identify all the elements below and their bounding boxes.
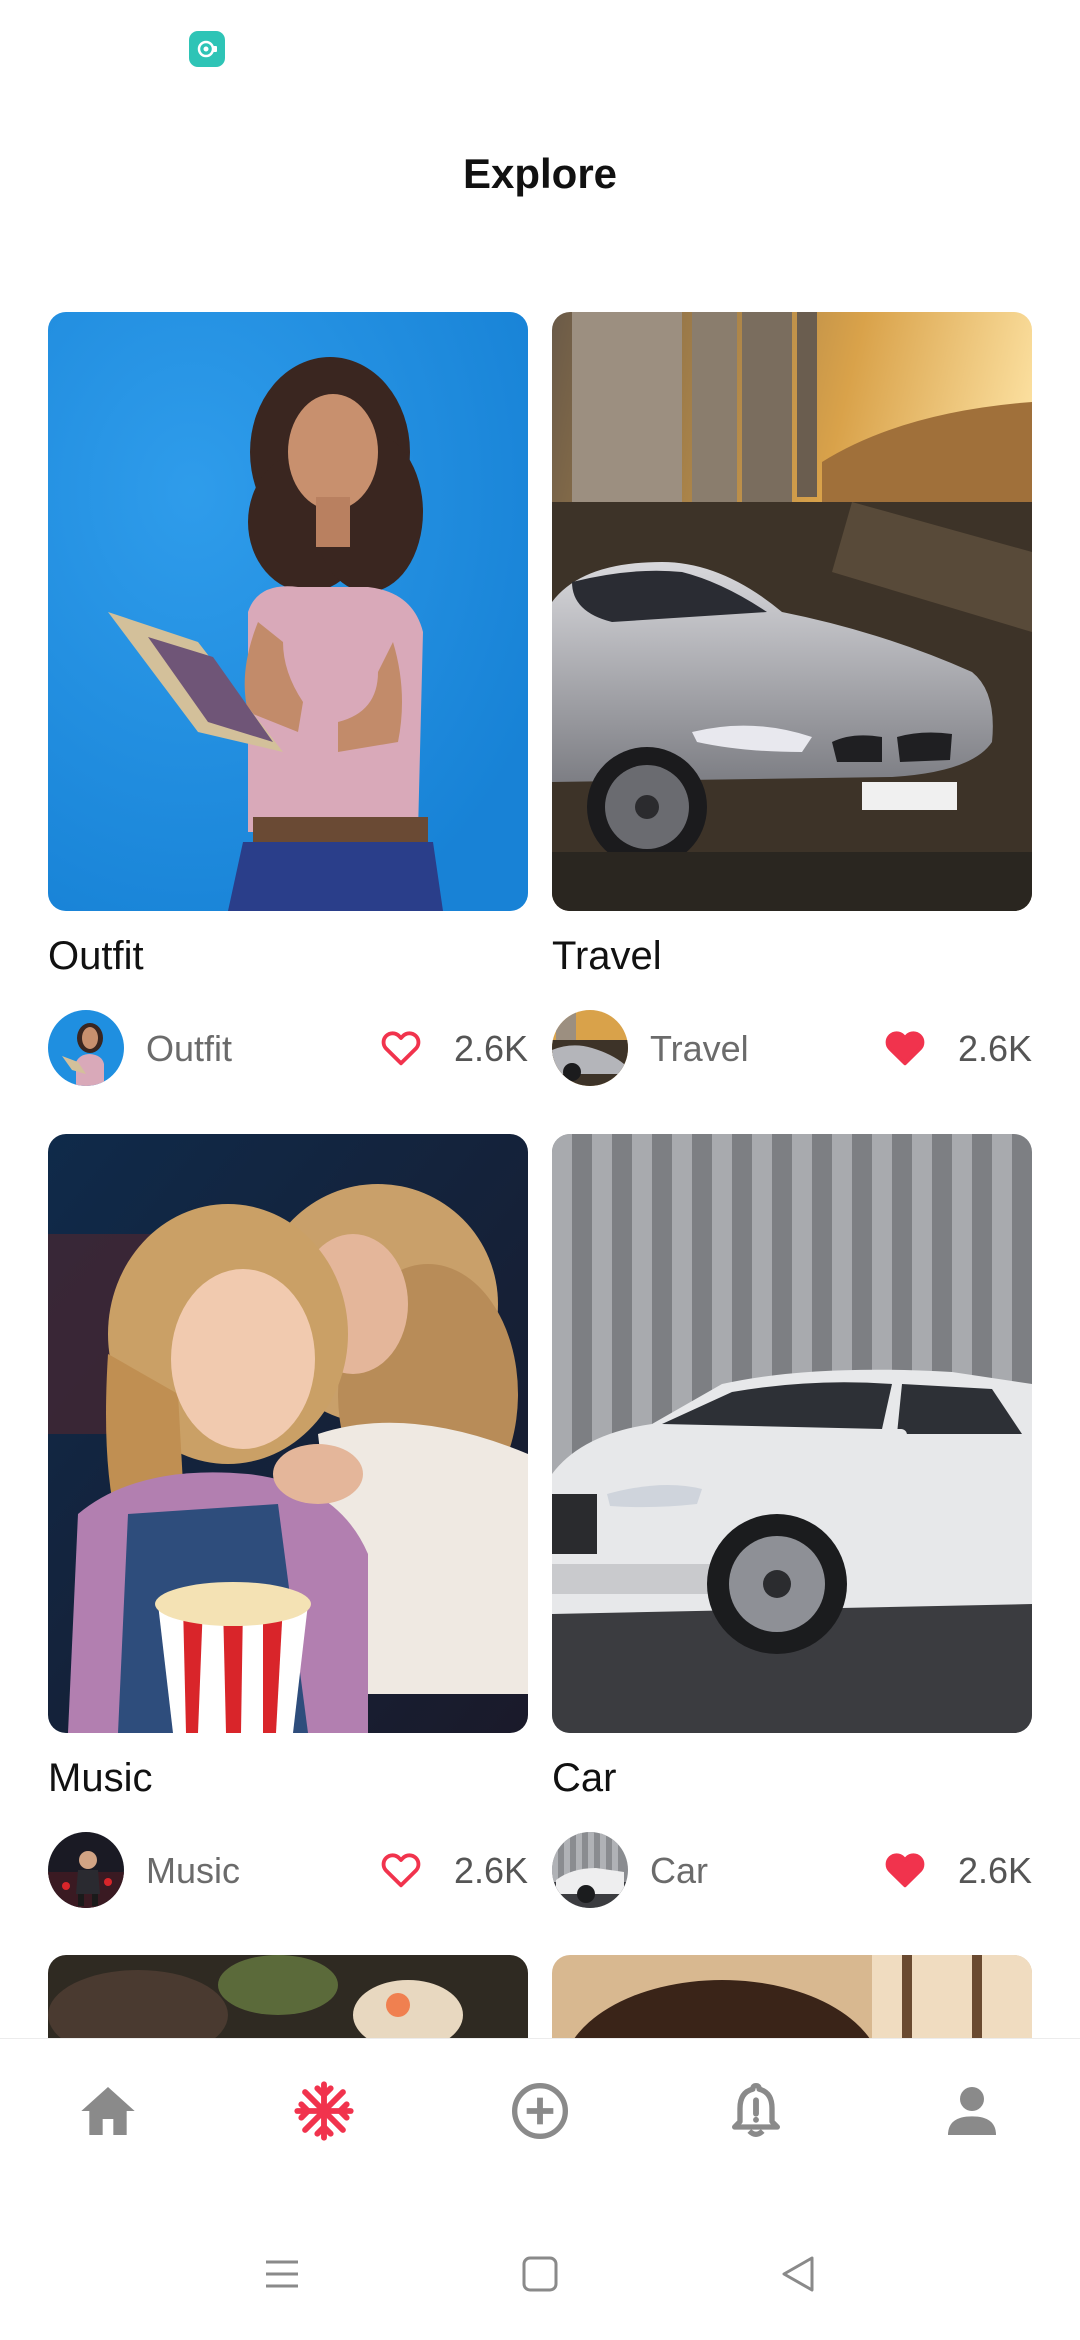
heart-outline-icon[interactable]	[378, 1024, 424, 1070]
like-count: 2.6K	[957, 1028, 1032, 1069]
author-label[interactable]: Car	[650, 1850, 708, 1892]
avatar[interactable]	[48, 1010, 124, 1086]
card-title: Car	[552, 1756, 617, 1800]
like-count: 2.6K	[453, 1028, 528, 1069]
mother-daughter-popcorn-photo[interactable]	[48, 1134, 528, 1733]
add-circle-icon	[512, 2083, 568, 2139]
bell-alert-icon	[732, 2083, 780, 2137]
nav-profile[interactable]	[927, 2079, 1017, 2169]
home-icon	[81, 2087, 135, 2135]
nav-notifications[interactable]	[711, 2079, 801, 2169]
status-bar	[0, 0, 1080, 100]
author-label[interactable]: Outfit	[146, 1028, 232, 1070]
avatar[interactable]	[552, 1010, 628, 1086]
page-title: Explore	[462, 150, 618, 197]
heart-outline-icon[interactable]	[378, 1846, 424, 1892]
avatar[interactable]	[48, 1832, 124, 1908]
home-square-icon[interactable]	[510, 2244, 570, 2304]
author-label[interactable]: Travel	[650, 1028, 749, 1070]
nav-create[interactable]	[495, 2079, 585, 2169]
silver-sports-car-sunset-photo[interactable]	[552, 312, 1032, 911]
card-title: Outfit	[48, 934, 144, 978]
like-count: 2.6K	[453, 1850, 528, 1891]
woman-reading-book-photo[interactable]	[48, 312, 528, 911]
white-suv-photo[interactable]	[552, 1134, 1032, 1733]
author-label[interactable]: Music	[146, 1850, 240, 1892]
system-nav-bar	[0, 2208, 1080, 2340]
nav-home[interactable]	[63, 2079, 153, 2169]
person-icon	[948, 2087, 996, 2135]
snowflake-icon	[294, 2081, 354, 2141]
heart-filled-icon[interactable]	[882, 1024, 928, 1070]
card-title: Travel	[552, 934, 662, 978]
back-triangle-icon[interactable]	[768, 2244, 828, 2304]
nav-explore[interactable]	[279, 2079, 369, 2169]
avatar[interactable]	[552, 1832, 628, 1908]
card-meta: Outfit 2.6K	[48, 1010, 528, 1086]
like-count: 2.6K	[957, 1850, 1032, 1891]
card-meta: Music 2.6K	[48, 1832, 528, 1908]
menu-icon[interactable]	[252, 2244, 312, 2304]
heart-filled-icon[interactable]	[882, 1846, 928, 1892]
card-title: Music	[48, 1756, 153, 1800]
card-meta: Car 2.6K	[552, 1832, 1032, 1908]
card-meta: Travel 2.6K	[552, 1010, 1032, 1086]
app-notification-icon	[189, 31, 225, 67]
bottom-nav	[0, 2038, 1080, 2209]
